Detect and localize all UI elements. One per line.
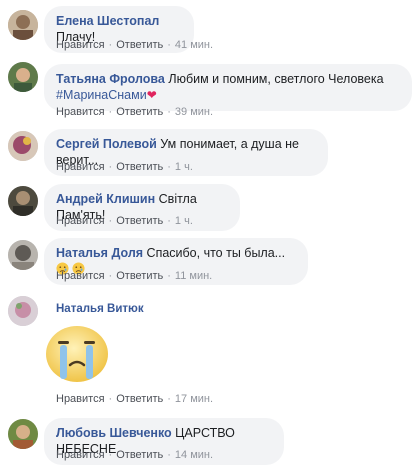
timestamp[interactable]: 11 мин.	[175, 270, 212, 282]
comment-author[interactable]: Андрей Клишин	[56, 192, 155, 206]
avatar[interactable]	[8, 62, 38, 92]
avatar-photo	[8, 419, 38, 449]
comment-author[interactable]: Любовь Шевченко	[56, 426, 172, 440]
avatar[interactable]	[8, 240, 38, 270]
comment-meta: Нравится · Ответить · 41 мин.	[56, 39, 214, 51]
reply-link[interactable]: Ответить	[116, 393, 163, 405]
like-link[interactable]: Нравится	[56, 449, 105, 461]
avatar[interactable]	[8, 419, 38, 449]
avatar[interactable]	[8, 296, 38, 326]
like-link[interactable]: Нравится	[56, 215, 105, 227]
sticker	[44, 323, 110, 388]
reply-link[interactable]: Ответить	[116, 106, 163, 118]
timestamp[interactable]: 39 мин.	[175, 106, 213, 118]
comment-meta: Нравится · Ответить · 11 мин.	[56, 270, 213, 282]
like-link[interactable]: Нравится	[56, 106, 105, 118]
comment-author[interactable]: Татьяна Фролова	[56, 72, 165, 86]
timestamp[interactable]: 1 ч.	[175, 215, 193, 227]
avatar[interactable]	[8, 186, 38, 216]
like-link[interactable]: Нравится	[56, 270, 105, 282]
like-link[interactable]: Нравится	[56, 161, 105, 173]
comment-meta: Нравится · Ответить · 1 ч.	[56, 161, 193, 173]
comment-meta: Нравится · Ответить · 1 ч.	[56, 215, 193, 227]
comment-meta: Нравится · Ответить · 14 мин.	[56, 449, 214, 461]
comment-author[interactable]: Сергей Полевой	[56, 137, 157, 151]
avatar[interactable]	[8, 10, 38, 40]
timestamp[interactable]: 14 мин.	[175, 449, 213, 461]
comment-author[interactable]: Наталья Доля	[56, 246, 143, 260]
avatar-photo	[8, 10, 38, 40]
avatar-photo	[8, 131, 38, 161]
avatar-photo	[8, 62, 38, 92]
comment-author[interactable]: Елена Шестопал	[56, 14, 159, 28]
comment-meta: Нравится · Ответить · 39 мин.	[56, 106, 214, 118]
crying-face-sticker-icon	[46, 326, 108, 382]
comment-text: Любим и помним, светлого Человека	[168, 72, 384, 86]
comment-text: Спасибо, что ты была...	[146, 246, 286, 260]
comment-author[interactable]: Наталья Витюк	[56, 303, 144, 315]
like-link[interactable]: Нравится	[56, 393, 105, 405]
reply-link[interactable]: Ответить	[116, 215, 163, 227]
comment-bubble: Татьяна Фролова Любим и помним, светлого…	[44, 64, 412, 111]
comment-meta: Нравится · Ответить · 17 мин.	[56, 393, 214, 405]
heart-icon: ❤	[146, 88, 157, 102]
timestamp[interactable]: 41 мин.	[175, 39, 213, 51]
like-link[interactable]: Нравится	[56, 39, 105, 51]
timestamp[interactable]: 17 мин.	[175, 393, 213, 405]
avatar-photo	[8, 296, 38, 326]
reply-link[interactable]: Ответить	[116, 39, 163, 51]
reply-link[interactable]: Ответить	[116, 449, 163, 461]
reply-link[interactable]: Ответить	[116, 161, 163, 173]
hashtag-link[interactable]: #МаринаСнами	[56, 88, 147, 102]
avatar-photo	[8, 186, 38, 216]
reply-link[interactable]: Ответить	[116, 270, 163, 282]
timestamp[interactable]: 1 ч.	[175, 161, 193, 173]
avatar[interactable]	[8, 131, 38, 161]
avatar-photo	[8, 240, 38, 270]
